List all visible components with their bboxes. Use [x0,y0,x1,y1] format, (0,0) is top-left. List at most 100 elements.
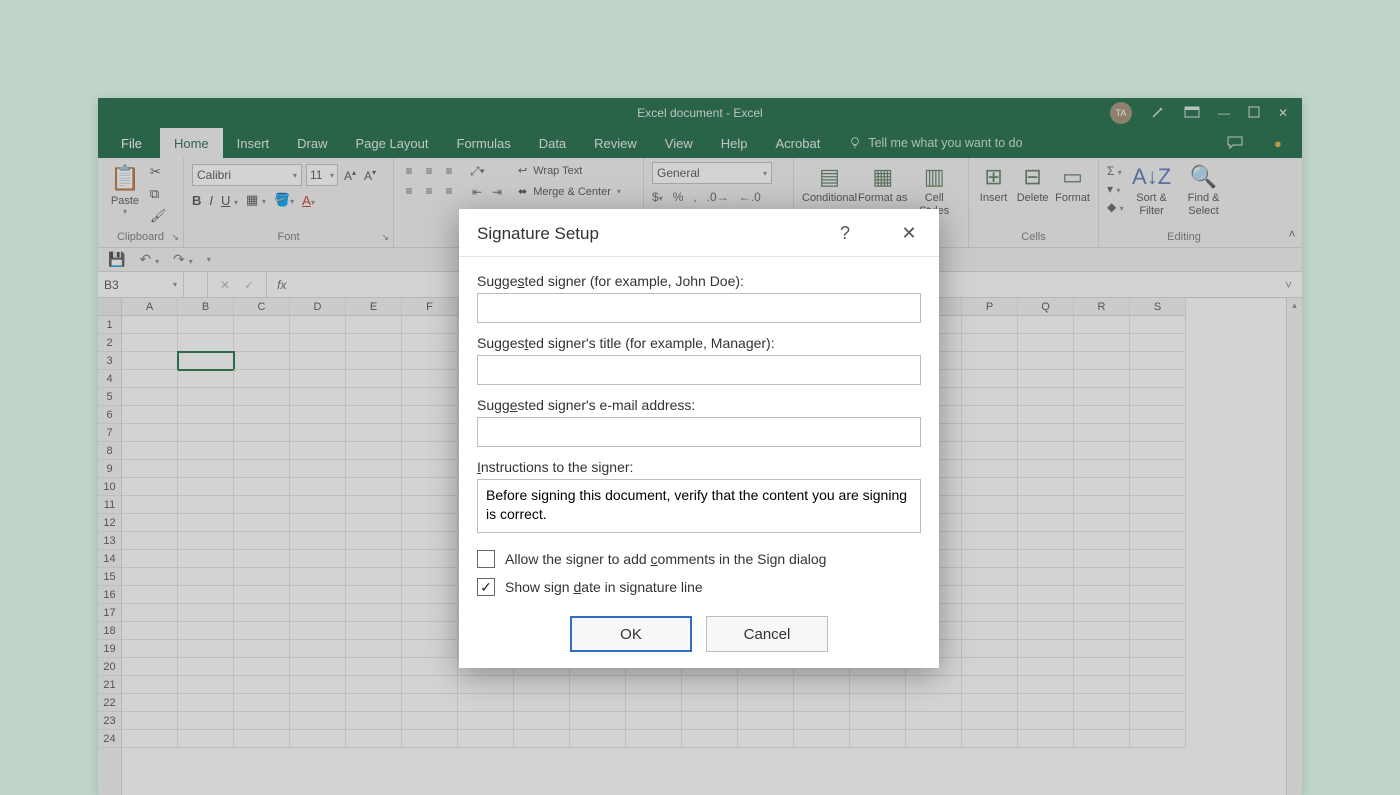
row-header[interactable]: 6 [98,406,121,424]
cell[interactable] [122,604,178,622]
cell[interactable] [290,568,346,586]
row-header[interactable]: 12 [98,514,121,532]
cell[interactable] [570,712,626,730]
row-header[interactable]: 15 [98,568,121,586]
decrease-decimal-icon[interactable]: ←.0 [739,190,761,204]
row-header[interactable]: 13 [98,532,121,550]
cell[interactable] [1074,442,1130,460]
autosum-icon[interactable]: Σ ▾ [1107,164,1124,178]
cell[interactable] [122,424,178,442]
decrease-indent-icon[interactable]: ⇤ [470,185,484,199]
dialog-launcher-icon[interactable]: ↘ [381,232,389,243]
cell[interactable] [1018,316,1074,334]
column-header[interactable]: P [962,298,1018,316]
cell[interactable] [234,316,290,334]
increase-font-icon[interactable]: A▴ [342,168,358,183]
cell[interactable] [402,712,458,730]
cell[interactable] [962,640,1018,658]
cell[interactable] [1074,388,1130,406]
cell[interactable] [1018,334,1074,352]
cell[interactable] [402,658,458,676]
cell[interactable] [402,424,458,442]
cell[interactable] [962,532,1018,550]
cell[interactable] [1130,352,1186,370]
cell[interactable] [346,640,402,658]
cell[interactable] [962,712,1018,730]
cell[interactable] [1018,730,1074,748]
row-header[interactable]: 19 [98,640,121,658]
cell[interactable] [178,514,234,532]
cell[interactable] [234,550,290,568]
cell[interactable] [122,514,178,532]
cell[interactable] [1130,694,1186,712]
comma-format-icon[interactable]: , [693,190,696,204]
cell[interactable] [346,334,402,352]
cell[interactable] [234,460,290,478]
help-icon[interactable]: ? [833,223,857,244]
cell[interactable] [346,370,402,388]
signer-title-input[interactable] [477,355,921,385]
cell[interactable] [402,460,458,478]
cell[interactable] [178,712,234,730]
row-header[interactable]: 4 [98,370,121,388]
cell[interactable] [962,388,1018,406]
cell[interactable] [122,478,178,496]
tab-formulas[interactable]: Formulas [443,128,525,158]
cell[interactable] [346,568,402,586]
cell[interactable] [234,658,290,676]
cell[interactable] [122,334,178,352]
cell[interactable] [178,406,234,424]
cell[interactable] [346,496,402,514]
cell[interactable] [290,658,346,676]
column-header[interactable]: C [234,298,290,316]
cell[interactable] [1130,496,1186,514]
cell[interactable] [1018,676,1074,694]
cell[interactable] [234,694,290,712]
cell[interactable] [1130,604,1186,622]
column-header[interactable]: D [290,298,346,316]
column-header[interactable]: A [122,298,178,316]
cell[interactable] [290,334,346,352]
tab-help[interactable]: Help [707,128,762,158]
cell[interactable] [1018,712,1074,730]
cell[interactable] [290,406,346,424]
fill-icon[interactable]: ▾ ▾ [1107,182,1124,196]
cell[interactable] [1074,478,1130,496]
cell[interactable] [962,460,1018,478]
notifications-dot[interactable]: ● [1274,128,1292,158]
cell[interactable] [178,640,234,658]
align-left-icon[interactable]: ≡ [402,184,416,198]
cell[interactable] [1074,550,1130,568]
cell[interactable] [794,712,850,730]
cell[interactable] [178,478,234,496]
cell[interactable] [1074,730,1130,748]
row-header[interactable]: 10 [98,478,121,496]
file-tab[interactable]: File [103,128,160,158]
cell[interactable] [234,586,290,604]
cell[interactable] [234,514,290,532]
cell[interactable] [850,730,906,748]
cell[interactable] [1130,676,1186,694]
cell[interactable] [906,676,962,694]
cell[interactable] [234,352,290,370]
cell[interactable] [402,622,458,640]
cell[interactable] [290,352,346,370]
cell[interactable] [1018,532,1074,550]
cell[interactable] [1074,640,1130,658]
cell[interactable] [234,568,290,586]
cell[interactable] [962,730,1018,748]
cell[interactable] [234,496,290,514]
tab-home[interactable]: Home [160,128,223,158]
cell[interactable] [514,712,570,730]
cell[interactable] [122,712,178,730]
cell[interactable] [346,352,402,370]
cell[interactable] [1130,478,1186,496]
cell[interactable] [962,676,1018,694]
cell[interactable] [1130,532,1186,550]
cell[interactable] [178,622,234,640]
cell[interactable] [290,442,346,460]
cell[interactable] [402,694,458,712]
cell[interactable] [234,640,290,658]
clear-icon[interactable]: ◆ ▾ [1107,200,1124,214]
cell[interactable] [1074,586,1130,604]
